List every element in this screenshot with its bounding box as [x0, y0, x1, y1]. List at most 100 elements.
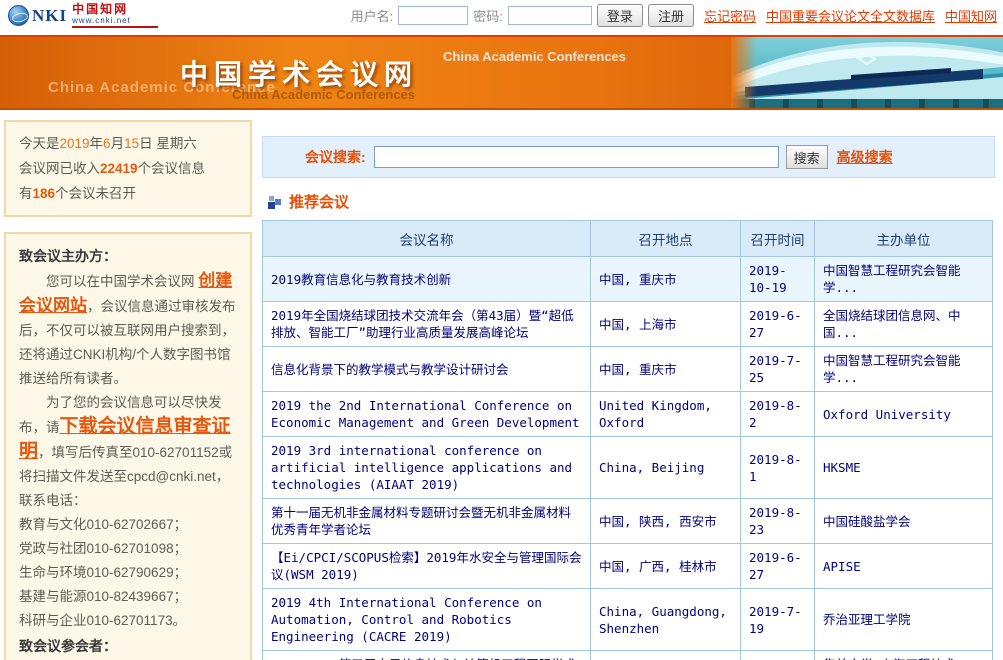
notice-box: 致会议主办方： 您可以在中国学术会议网 创建会议网站，会议信息通过审核发布后，不… — [4, 232, 252, 660]
text-segment: 2019 — [60, 136, 90, 151]
login-form: 用户名: 密码: 登录 注册 忘记密码 中国重要会议论文全文数据库 中国知网 — [351, 4, 997, 27]
stats-box: 今天是2019年6月15日 星期六 会议网已收入22419个会议信息 有186个… — [4, 120, 252, 217]
conference-organizer-cell: 中国智慧工程研究会智能学... — [815, 257, 993, 302]
conference-name-link[interactable]: 【Ei/CPCI/SCOPUS检索】2019年水安全与管理国际会议(WSM 20… — [271, 550, 581, 582]
conference-date-cell: 2019-8-2 — [741, 392, 815, 437]
cnki-logo-url: www.cnki.net — [72, 17, 158, 25]
conference-proceedings-db-link[interactable]: 中国重要会议论文全文数据库 — [766, 6, 935, 25]
conference-row: 2019 3rd international conference on art… — [263, 437, 993, 499]
conference-place-cell: China, Guangdong, Shenzhen — [591, 589, 741, 651]
conference-place-cell: 中国, 福建, 厦门市 — [591, 651, 741, 660]
register-button[interactable]: 注册 — [648, 4, 694, 27]
conference-name-link[interactable]: 2019 3rd international conference on art… — [271, 443, 572, 492]
conference-organizer-cell: HKSME — [815, 437, 993, 499]
text-segment: 年 — [90, 136, 104, 151]
phone-line: 科研与企业010-62701173。 — [19, 609, 237, 633]
organizer-notice-paragraph-2: 为了您的会议信息可以尽快发布，请下载会议信息审查证明，填写后传真至010-627… — [19, 391, 237, 513]
conference-name-cell: 2019教育信息化与教育技术创新 — [263, 257, 591, 302]
text-segment: 您可以在中国学术会议网 — [19, 274, 198, 289]
conference-organizer-cell: 中国硅酸盐学会 — [815, 499, 993, 544]
site-title: 中国学术会议网 — [180, 53, 418, 93]
stats-line-total: 会议网已收入22419个会议信息 — [19, 156, 237, 181]
column-header-place: 召开地点 — [591, 221, 741, 257]
conference-place-cell: 中国, 重庆市 — [591, 257, 741, 302]
conference-organizer-cell: 集美大学;上海工程技术大... — [815, 651, 993, 660]
search-label: 会议搜索: — [305, 147, 366, 167]
conference-date-cell: 2019-7-25 — [741, 347, 815, 392]
text-segment: 6 — [103, 136, 111, 151]
conference-date-cell: 2019-7-19 — [741, 589, 815, 651]
conference-date-cell: 2019-8-23 — [741, 499, 815, 544]
password-label: 密码: — [473, 6, 503, 25]
conference-organizer-cell: Oxford University — [815, 392, 993, 437]
conference-organizer-cell: 乔治亚理工学院 — [815, 589, 993, 651]
conference-organizer-cell: APISE — [815, 544, 993, 589]
username-input[interactable] — [398, 6, 468, 25]
text-segment: 186 — [33, 186, 56, 201]
attendee-notice-heading: 致会议参会者： — [19, 633, 237, 659]
conference-row: 2019教育信息化与教育技术创新 中国, 重庆市2019-10-19中国智慧工程研… — [263, 257, 993, 302]
conference-organizer-cell: 全国烧结球团信息网、中国... — [815, 302, 993, 347]
conference-organizer-cell: 中国智慧工程研究会智能学... — [815, 347, 993, 392]
phone-line: 基建与能源010-82439667； — [19, 585, 237, 609]
conference-name-cell: 2019 4th International Conference on Aut… — [263, 589, 591, 651]
cnki-logo-chinese: 中国知网 — [72, 3, 158, 15]
conference-row: 第十一届无机非金属材料专题研讨会暨无机非金属材料优秀青年学者论坛中国, 陕西, … — [263, 499, 993, 544]
cnki-globe-icon — [8, 5, 29, 26]
recommended-conferences-title: 推荐会议 — [289, 191, 349, 212]
text-segment: 会议网已收入 — [19, 161, 100, 176]
phone-line: 生命与环境010-62790629； — [19, 561, 237, 585]
conference-name-link[interactable]: 2019 the 2nd International Conference on… — [271, 398, 580, 430]
conference-date-cell: 2019-8-1 — [741, 437, 815, 499]
conference-name-link[interactable]: 第十一届无机非金属材料专题研讨会暨无机非金属材料优秀青年学者论坛 — [271, 505, 571, 537]
conference-name-cell: 信息化背景下的教学模式与教学设计研讨会 — [263, 347, 591, 392]
column-header-name: 会议名称 — [263, 221, 591, 257]
cnki-logo-nki: NKI — [32, 6, 67, 26]
top-bar: NKI 中国知网 www.cnki.net 用户名: 密码: 登录 注册 忘记密… — [0, 0, 1003, 35]
phone-line: 党政与社团010-62701098； — [19, 537, 237, 561]
conference-name-link[interactable]: 信息化背景下的教学模式与教学设计研讨会 — [271, 362, 509, 377]
organizer-notice-paragraph-1: 您可以在中国学术会议网 创建会议网站，会议信息通过审核发布后，不仅可以被互联网用… — [19, 269, 237, 391]
search-button[interactable]: 搜索 — [786, 145, 828, 169]
conference-row: 2019 the 2nd International Conference on… — [263, 392, 993, 437]
conference-name-cell: 2019 IEEE第三届电子信息技术与计算机工程国际学术会议（EITCE 201… — [263, 651, 591, 660]
left-sidebar: 今天是2019年6月15日 星期六 会议网已收入22419个会议信息 有186个… — [4, 120, 252, 660]
conference-row: 2019年全国烧结球团技术交流年会（第43届）暨“超低排放、智能工厂”助理行业高… — [263, 302, 993, 347]
login-button[interactable]: 登录 — [597, 4, 643, 27]
conference-name-cell: 2019 the 2nd International Conference on… — [263, 392, 591, 437]
text-segment: 个会议信息 — [138, 161, 206, 176]
conference-name-link[interactable]: 2019年全国烧结球团技术交流年会（第43届）暨“超低排放、智能工厂”助理行业高… — [271, 308, 574, 340]
phone-line: 教育与文化010-62702667； — [19, 513, 237, 537]
conference-center-photo — [731, 37, 1003, 110]
stats-line-upcoming: 有186个会议未召开 — [19, 181, 237, 206]
text-segment: 有 — [19, 186, 33, 201]
text-segment: ，填写后传真至010-62701152或将扫描文件发送至cpcd@cnki.ne… — [19, 445, 232, 508]
conference-name-link[interactable]: 2019教育信息化与教育技术创新 — [271, 272, 451, 287]
conference-table: 会议名称 召开地点 召开时间 主办单位 2019教育信息化与教育技术创新中国, … — [262, 220, 993, 660]
column-header-date: 召开时间 — [741, 221, 815, 257]
text-segment: 日 星期六 — [139, 136, 197, 151]
conference-row: 信息化背景下的教学模式与教学设计研讨会中国, 重庆市2019-7-25中国智慧工… — [263, 347, 993, 392]
advanced-search-link[interactable]: 高级搜索 — [837, 147, 893, 167]
conference-date-cell: 2019-10-19 — [741, 257, 815, 302]
cnki-logo[interactable]: NKI 中国知网 www.cnki.net — [8, 3, 158, 28]
contact-phone-list: 教育与文化010-62702667；党政与社团010-62701098；生命与环… — [19, 513, 237, 633]
conference-name-cell: 【Ei/CPCI/SCOPUS检索】2019年水安全与管理国际会议(WSM 20… — [263, 544, 591, 589]
conference-place-cell: 中国, 陕西, 西安市 — [591, 499, 741, 544]
conference-row: 2019 4th International Conference on Aut… — [263, 589, 993, 651]
conference-row: 2019 IEEE第三届电子信息技术与计算机工程国际学术会议（EITCE 201… — [263, 651, 993, 660]
cnki-home-link[interactable]: 中国知网 — [945, 6, 997, 25]
site-banner: China Academic Conferences China Academi… — [0, 35, 1003, 110]
conference-date-cell: 2019-6-27 — [741, 302, 815, 347]
text-segment: 个会议未召开 — [55, 186, 136, 201]
text-segment: 月 — [111, 136, 125, 151]
section-squares-icon — [268, 195, 282, 209]
conference-name-link[interactable]: 2019 4th International Conference on Aut… — [271, 595, 542, 644]
forgot-password-link[interactable]: 忘记密码 — [704, 6, 756, 25]
conference-search-bar: 会议搜索: 搜索 高级搜索 — [262, 136, 995, 178]
conference-search-input[interactable] — [374, 146, 779, 168]
table-header-row: 会议名称 召开地点 召开时间 主办单位 — [263, 221, 993, 257]
conference-place-cell: China, Beijing — [591, 437, 741, 499]
password-input[interactable] — [508, 6, 592, 25]
conference-place-cell: 中国, 上海市 — [591, 302, 741, 347]
